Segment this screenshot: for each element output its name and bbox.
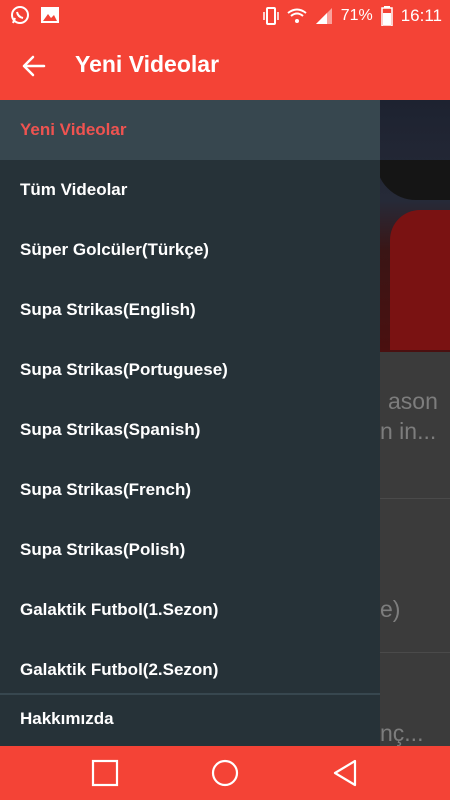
- whatsapp-icon: [11, 6, 29, 24]
- drawer-item-yeni-videolar[interactable]: Yeni Videolar: [0, 100, 380, 160]
- video-title-fragment: nç...: [380, 720, 424, 746]
- clock: 16:11: [400, 6, 442, 25]
- battery-icon: [380, 6, 393, 26]
- status-bar: 71% 16:11: [0, 0, 450, 32]
- drawer-item-supa-strikas-polish[interactable]: Supa Strikas(Polish): [0, 520, 380, 580]
- signal-icon: [315, 8, 332, 24]
- video-title-fragment: e): [380, 596, 401, 622]
- recent-apps-icon[interactable]: [90, 758, 120, 788]
- vibrate-icon: [262, 7, 279, 25]
- back-arrow-icon[interactable]: [20, 52, 48, 80]
- wifi-icon: [287, 8, 307, 23]
- drawer-item-tum-videolar[interactable]: Tüm Videolar: [0, 160, 380, 220]
- drawer-item-supa-strikas-french[interactable]: Supa Strikas(French): [0, 460, 380, 520]
- video-title-fragment: ason: [388, 388, 438, 414]
- drawer-item-hakkimizda[interactable]: Hakkımızda: [0, 692, 380, 746]
- drawer-item-supa-strikas-english[interactable]: Supa Strikas(English): [0, 280, 380, 340]
- drawer-item-galaktik-futbol-2[interactable]: Galaktik Futbol(2.Sezon): [0, 640, 380, 700]
- system-nav-bar: [0, 746, 450, 800]
- battery-percent: 71%: [340, 7, 373, 24]
- drawer-item-supa-strikas-spanish[interactable]: Supa Strikas(Spanish): [0, 400, 380, 460]
- home-icon[interactable]: [210, 758, 240, 788]
- image-icon: [41, 7, 59, 23]
- navigation-drawer: Yeni Videolar Tüm Videolar Süper Golcüle…: [0, 100, 380, 746]
- app-bar: Yeni Videolar: [0, 32, 450, 100]
- back-icon[interactable]: [330, 758, 360, 788]
- drawer-item-supa-strikas-portuguese[interactable]: Supa Strikas(Portuguese): [0, 340, 380, 400]
- drawer-item-super-golculer[interactable]: Süper Golcüler(Türkçe): [0, 220, 380, 280]
- video-title-fragment: n in...: [380, 418, 437, 444]
- drawer-item-galaktik-futbol-1[interactable]: Galaktik Futbol(1.Sezon): [0, 580, 380, 640]
- page-title: Yeni Videolar: [75, 51, 220, 77]
